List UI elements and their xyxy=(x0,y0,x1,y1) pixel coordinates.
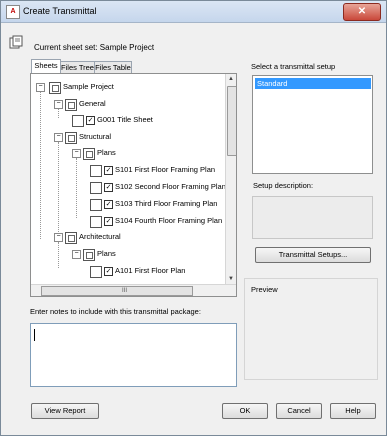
collapse-icon[interactable]: − xyxy=(72,250,81,259)
scrollbar-grip: III xyxy=(122,288,128,294)
collapse-icon[interactable]: − xyxy=(54,233,63,242)
subset-icon xyxy=(65,232,77,244)
subset-icon xyxy=(83,249,95,261)
preview-label: Preview xyxy=(251,285,278,294)
sheet-icon xyxy=(90,182,102,194)
tree-node-label: S103 Third Floor Framing Plan xyxy=(115,199,218,208)
autocad-app-icon: A xyxy=(6,5,20,19)
tree-node-root[interactable]: − Sample Project xyxy=(35,81,225,94)
subset-icon xyxy=(83,148,95,160)
tree-node-sheet[interactable]: ✓ S104 Fourth Floor Framing Plan xyxy=(85,215,235,228)
include-checkbox[interactable]: ✓ xyxy=(104,183,113,192)
tree-node-label: G001 Title Sheet xyxy=(97,115,153,124)
tree-node-sheet[interactable]: ✓ S101 First Floor Framing Plan xyxy=(85,164,235,177)
tree-node-label: S104 Fourth Floor Framing Plan xyxy=(115,216,223,225)
include-checkbox[interactable]: ✓ xyxy=(86,116,95,125)
sheet-icon xyxy=(90,216,102,228)
notes-label: Enter notes to include with this transmi… xyxy=(30,307,201,316)
tree-connector xyxy=(76,158,77,218)
tree-node-label: Sample Project xyxy=(63,82,114,91)
tree-node-structural[interactable]: − Structural xyxy=(53,131,223,144)
cancel-button[interactable]: Cancel xyxy=(276,403,322,419)
collapse-icon[interactable]: − xyxy=(72,149,81,158)
transmittal-setup-label: Select a transmittal setup xyxy=(251,62,336,71)
scrollbar-thumb[interactable] xyxy=(227,86,236,156)
tree-connector xyxy=(40,91,41,239)
transmittal-setup-list[interactable]: Standard xyxy=(252,75,373,174)
setup-description-label: Setup description: xyxy=(253,181,314,190)
current-sheet-set-label: Current sheet set: Sample Project xyxy=(34,43,155,52)
subset-icon xyxy=(65,99,77,111)
help-button[interactable]: Help xyxy=(330,403,376,419)
tree-node-sheet[interactable]: ✓ S103 Third Floor Framing Plan xyxy=(85,198,235,211)
sheet-icon xyxy=(72,115,84,127)
scroll-up-icon[interactable]: ▲ xyxy=(227,75,235,83)
sheets-tree[interactable]: − Sample Project − General ✓ G001 Title … xyxy=(30,73,237,297)
tree-node-label: Plans xyxy=(97,249,116,258)
tree-node-general[interactable]: − General xyxy=(53,98,223,111)
notes-textarea[interactable] xyxy=(30,323,237,387)
tree-node-label: S102 Second Floor Framing Plan xyxy=(115,182,226,191)
setup-list-item[interactable]: Standard xyxy=(255,78,371,89)
collapse-icon[interactable]: − xyxy=(36,83,45,92)
close-button[interactable]: ✕ xyxy=(343,3,381,21)
setup-description-box xyxy=(252,196,373,239)
include-checkbox[interactable]: ✓ xyxy=(104,200,113,209)
tree-node-label: Architectural xyxy=(79,232,121,241)
tree-vertical-scrollbar[interactable]: ▲ ▼ xyxy=(225,74,236,284)
text-caret xyxy=(34,329,35,341)
tree-node-plans[interactable]: − Plans xyxy=(71,248,221,261)
title-bar[interactable]: A Create Transmittal ✕ xyxy=(1,1,386,23)
tree-node-label: S101 First Floor Framing Plan xyxy=(115,165,216,174)
tree-node-label: General xyxy=(79,99,106,108)
collapse-icon[interactable]: − xyxy=(54,133,63,142)
include-checkbox[interactable]: ✓ xyxy=(104,267,113,276)
tree-connector xyxy=(58,142,59,234)
tree-horizontal-scrollbar[interactable]: III xyxy=(31,284,236,296)
transmittal-setups-button[interactable]: Transmittal Setups... xyxy=(255,247,371,263)
tree-node-label: Structural xyxy=(79,132,112,141)
tab-sheets[interactable]: Sheets xyxy=(31,59,61,73)
include-checkbox[interactable]: ✓ xyxy=(104,166,113,175)
sheet-icon xyxy=(90,266,102,278)
view-report-button[interactable]: View Report xyxy=(31,403,99,419)
tree-node-sheet[interactable]: ✓ S102 Second Floor Framing Plan xyxy=(85,181,235,194)
sheet-icon xyxy=(90,165,102,177)
tree-node-plans[interactable]: − Plans xyxy=(71,147,221,160)
ok-button[interactable]: OK xyxy=(222,403,268,419)
sheet-set-node-icon xyxy=(49,82,61,94)
tree-node-sheet[interactable]: ✓ G001 Title Sheet xyxy=(67,114,227,127)
tree-node-architectural[interactable]: − Architectural xyxy=(53,231,223,244)
subset-icon xyxy=(65,132,77,144)
scroll-down-icon[interactable]: ▼ xyxy=(227,275,235,283)
sheet-icon xyxy=(90,199,102,211)
create-transmittal-dialog: A Create Transmittal ✕ Current sheet set… xyxy=(0,0,387,436)
collapse-icon[interactable]: − xyxy=(54,100,63,109)
sheet-set-icon xyxy=(9,35,23,49)
window-title: Create Transmittal xyxy=(23,6,97,16)
tree-node-label: A101 First Floor Plan xyxy=(115,266,186,275)
tree-node-label: Plans xyxy=(97,148,116,157)
tree-connector xyxy=(58,242,59,268)
include-checkbox[interactable]: ✓ xyxy=(104,217,113,226)
tab-files-table[interactable]: Files Table xyxy=(94,61,132,73)
tab-files-tree[interactable]: Files Tree xyxy=(60,61,95,73)
scrollbar-thumb[interactable]: III xyxy=(41,286,193,296)
tree-node-sheet[interactable]: ✓ A101 First Floor Plan xyxy=(85,265,235,278)
